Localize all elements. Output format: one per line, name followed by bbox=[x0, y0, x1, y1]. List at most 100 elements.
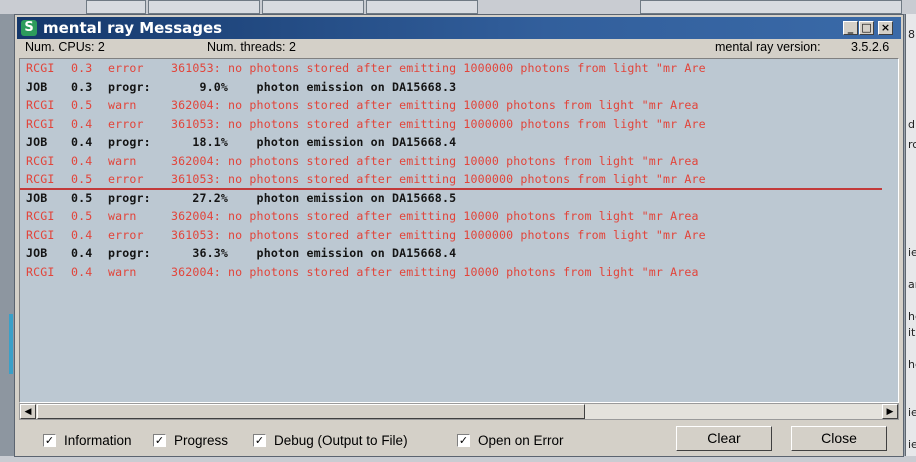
log-message: 361053: no photons stored after emitting… bbox=[171, 61, 706, 75]
scroll-left-arrow-icon[interactable]: ◀ bbox=[20, 404, 36, 419]
app-icon: S bbox=[21, 20, 37, 36]
log-message: 27.2% photon emission on DA15668.5 bbox=[171, 190, 457, 205]
log-message: 362004: no photons stored after emitting… bbox=[171, 98, 699, 112]
scroll-right-arrow-icon[interactable]: ▶ bbox=[882, 404, 898, 419]
log-line: RCGI 0.5 error 361053: no photons stored af… bbox=[20, 170, 898, 189]
log-message: 362004: no photons stored after emitting… bbox=[171, 264, 699, 279]
log-module: RCGI bbox=[26, 227, 55, 242]
background-tab bbox=[148, 0, 260, 14]
log-line: RCGI 0.4 warn 362004: no photons stored aft… bbox=[20, 263, 898, 282]
log-type: warn bbox=[108, 209, 137, 223]
debug-label: Debug (Output to File) bbox=[274, 432, 408, 448]
log-module: RCGI bbox=[26, 172, 55, 186]
check-icon[interactable]: ✓ bbox=[457, 433, 470, 447]
log-line: RCGI 0.3 error 361053: no photons stored af… bbox=[20, 59, 898, 78]
background-text-fragment: he bbox=[908, 358, 916, 371]
options-bar: ✓ Information ✓ Progress ✓ Debug (Output… bbox=[15, 421, 903, 457]
background-text-fragment: he bbox=[908, 310, 916, 323]
log-message: 18.1% photon emission on DA15668.4 bbox=[171, 135, 457, 149]
background-tab bbox=[262, 0, 364, 14]
progress-label: Progress bbox=[174, 432, 229, 448]
information-checkbox[interactable]: ✓ Information bbox=[43, 432, 132, 448]
background-tab bbox=[640, 0, 902, 14]
message-log[interactable]: RCGI 0.3 error 361053: no photons stored af… bbox=[19, 58, 899, 403]
log-module: RCGI bbox=[26, 98, 55, 112]
clear-button[interactable]: Clear bbox=[676, 426, 772, 451]
log-thread: 0.4 bbox=[71, 264, 93, 279]
background-accent bbox=[9, 314, 13, 374]
scrollbar-thumb[interactable] bbox=[37, 404, 585, 419]
log-type: error bbox=[108, 116, 144, 131]
log-module: JOB bbox=[26, 135, 48, 149]
background-text-fragment: ar bbox=[908, 278, 916, 291]
close-window-button[interactable]: × bbox=[878, 21, 893, 35]
num-threads-label: Num. threads: 2 bbox=[207, 40, 296, 54]
check-icon[interactable]: ✓ bbox=[253, 433, 266, 447]
mental-ray-messages-window: S mental ray Messages _ □ × Num. CPUs: 2… bbox=[14, 14, 904, 457]
log-type: progr: bbox=[108, 246, 151, 260]
background-text-fragment: d bbox=[908, 118, 915, 131]
log-module: RCGI bbox=[26, 264, 55, 279]
open-on-error-checkbox[interactable]: ✓ Open on Error bbox=[457, 432, 564, 448]
log-type: progr: bbox=[108, 79, 151, 94]
version-label: mental ray version: bbox=[715, 40, 821, 54]
log-type: progr: bbox=[108, 190, 151, 205]
title-bar[interactable]: S mental ray Messages _ □ × bbox=[17, 17, 901, 39]
progress-checkbox[interactable]: ✓ Progress bbox=[153, 432, 228, 448]
log-message: 361053: no photons stored after emitting… bbox=[171, 172, 706, 186]
log-lines-container: RCGI 0.3 error 361053: no photons stored af… bbox=[20, 59, 898, 281]
log-thread: 0.4 bbox=[71, 153, 93, 168]
highlight-underline bbox=[20, 188, 882, 190]
background-text-fragment: ie bbox=[908, 246, 916, 259]
background-text-fragment: ie bbox=[908, 438, 916, 451]
log-module: RCGI bbox=[26, 209, 55, 223]
log-line: JOB 0.5 progr: 27.2% photon emission on DA… bbox=[20, 189, 898, 208]
log-type: error bbox=[108, 61, 144, 75]
open-on-error-label: Open on Error bbox=[478, 432, 564, 448]
log-thread: 0.4 bbox=[71, 116, 93, 131]
log-line: RCGI 0.4 error 361053: no photons stored af… bbox=[20, 226, 898, 245]
log-message: 361053: no photons stored after emitting… bbox=[171, 116, 706, 131]
background-app-right-edge: 8 d rc ie ar he ith he ie ie bbox=[905, 14, 916, 462]
log-type: error bbox=[108, 227, 144, 242]
log-thread: 0.5 bbox=[71, 209, 93, 223]
background-text-fragment: ie bbox=[908, 406, 916, 419]
status-bar: Num. CPUs: 2 Num. threads: 2 mental ray … bbox=[17, 40, 901, 56]
log-module: JOB bbox=[26, 79, 48, 94]
log-message: 362004: no photons stored after emitting… bbox=[171, 153, 699, 168]
version-value: 3.5.2.6 bbox=[851, 40, 890, 54]
background-text-fragment: 8 bbox=[908, 28, 915, 41]
log-message: 361053: no photons stored after emitting… bbox=[171, 227, 706, 242]
log-thread: 0.5 bbox=[71, 98, 93, 112]
log-line: RCGI 0.4 warn 362004: no photons stored aft… bbox=[20, 152, 898, 171]
log-line: JOB 0.4 progr: 36.3% photon emission on DA… bbox=[20, 244, 898, 263]
log-type: error bbox=[108, 172, 144, 186]
log-module: RCGI bbox=[26, 153, 55, 168]
background-text-fragment: rc bbox=[908, 138, 916, 151]
log-type: progr: bbox=[108, 135, 151, 149]
maximize-button[interactable]: □ bbox=[859, 21, 874, 35]
minimize-button[interactable]: _ bbox=[843, 21, 858, 35]
num-cpus-label: Num. CPUs: 2 bbox=[25, 40, 105, 54]
information-label: Information bbox=[64, 432, 132, 448]
log-thread: 0.5 bbox=[71, 190, 93, 205]
check-icon[interactable]: ✓ bbox=[153, 433, 166, 447]
log-line: RCGI 0.5 warn 362004: no photons stored aft… bbox=[20, 207, 898, 226]
horizontal-scrollbar[interactable]: ◀ ▶ bbox=[19, 403, 899, 420]
check-icon[interactable]: ✓ bbox=[43, 433, 56, 447]
window-title: mental ray Messages bbox=[43, 19, 223, 37]
log-message: 36.3% photon emission on DA15668.4 bbox=[171, 246, 457, 260]
log-module: RCGI bbox=[26, 116, 55, 131]
log-module: JOB bbox=[26, 190, 48, 205]
background-app-left-edge bbox=[0, 14, 14, 462]
log-line: JOB 0.4 progr: 18.1% photon emission on DA… bbox=[20, 133, 898, 152]
log-type: warn bbox=[108, 264, 137, 279]
log-type: warn bbox=[108, 153, 137, 168]
background-tab bbox=[86, 0, 146, 14]
log-module: JOB bbox=[26, 246, 48, 260]
log-line: RCGI 0.5 warn 362004: no photons stored aft… bbox=[20, 96, 898, 115]
log-thread: 0.3 bbox=[71, 79, 93, 94]
debug-checkbox[interactable]: ✓ Debug (Output to File) bbox=[253, 432, 408, 448]
close-button[interactable]: Close bbox=[791, 426, 887, 451]
log-thread: 0.5 bbox=[71, 172, 93, 186]
